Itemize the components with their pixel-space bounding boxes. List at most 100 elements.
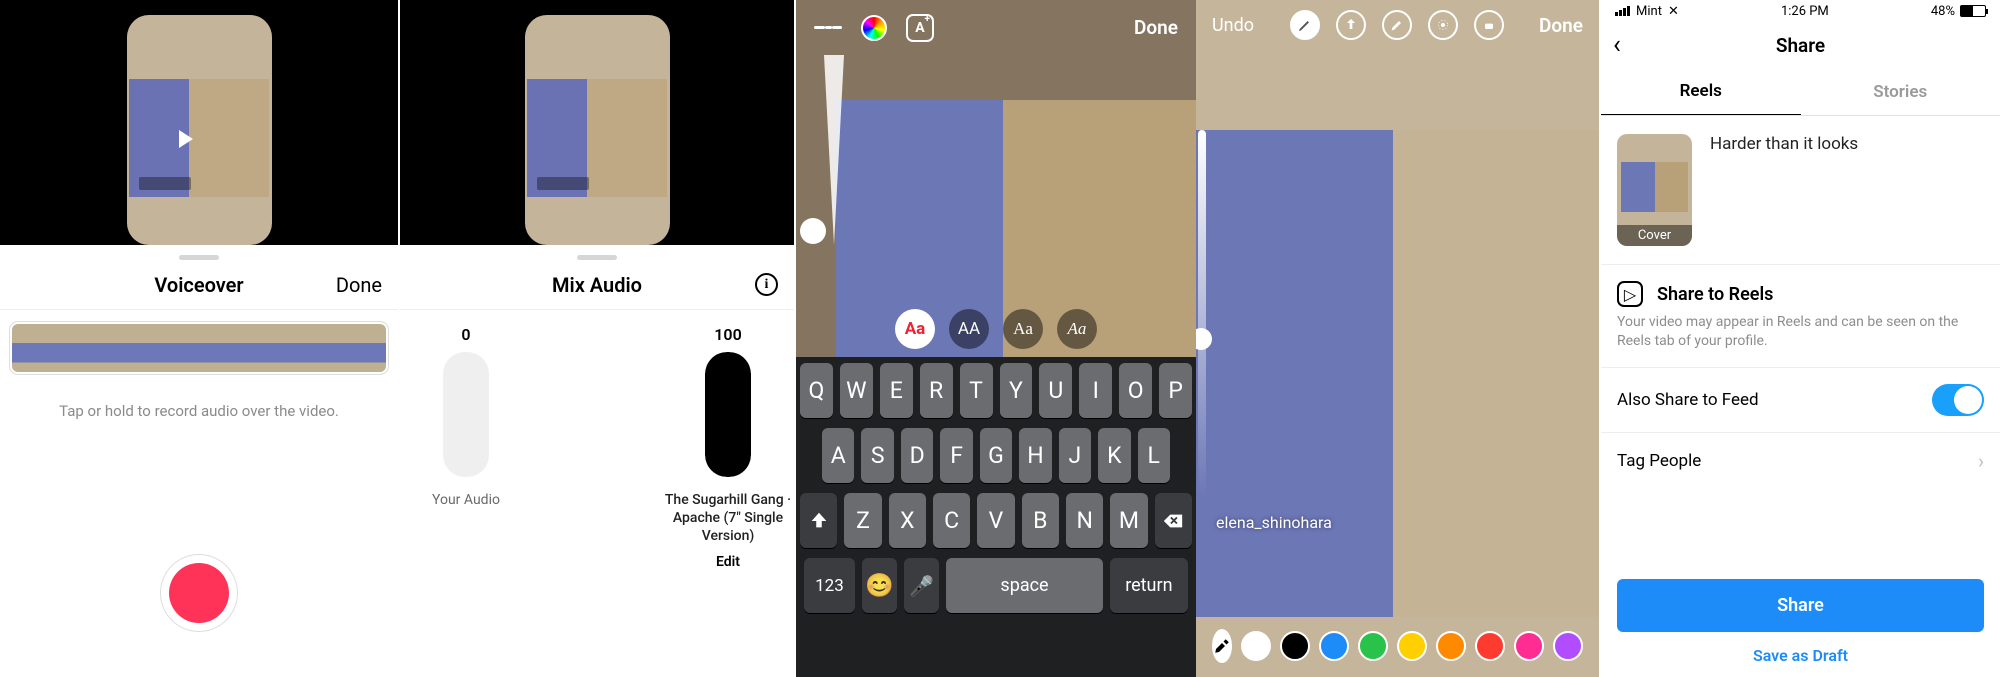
video-preview (0, 0, 398, 245)
font-option[interactable]: Aa (895, 309, 935, 349)
pen-tool-icon[interactable] (1290, 10, 1320, 40)
edit-music-button[interactable]: Edit (716, 554, 740, 570)
record-button[interactable] (160, 554, 238, 632)
key-x[interactable]: X (889, 493, 926, 548)
share-to-feed-row[interactable]: Also Share to Feed (1601, 367, 2000, 432)
tag-people-row[interactable]: Tag People › (1601, 432, 2000, 489)
marker-tool-icon[interactable] (1382, 10, 1412, 40)
share-to-feed-label: Also Share to Feed (1617, 390, 1759, 410)
sheet-title: Voiceover (154, 273, 243, 297)
color-swatch[interactable] (1514, 631, 1544, 661)
color-swatch[interactable] (1319, 631, 1349, 661)
font-picker: Aa AA Aa Aa (796, 309, 1196, 349)
sheet-title: Mix Audio (552, 273, 642, 297)
share-screen: Mint ✕ 1:26 PM 48% ‹ Share Reels Stories… (1599, 0, 2000, 677)
eyedropper-icon[interactable] (1212, 629, 1232, 663)
music-slider[interactable] (705, 352, 751, 477)
neon-tool-icon[interactable] (1428, 10, 1458, 40)
back-button[interactable]: ‹ (1613, 30, 1621, 60)
draw-toolbar: Undo Done (1196, 0, 1599, 50)
font-option[interactable]: Aa (1057, 309, 1097, 349)
tab-stories[interactable]: Stories (1801, 68, 2000, 115)
align-icon[interactable] (814, 14, 842, 42)
key-p[interactable]: P (1159, 363, 1192, 418)
text-size-knob[interactable] (800, 218, 826, 244)
key-k[interactable]: K (1098, 428, 1130, 483)
key-g[interactable]: G (980, 428, 1012, 483)
key-h[interactable]: H (1019, 428, 1051, 483)
return-key[interactable]: return (1110, 558, 1188, 613)
editor-canvas[interactable]: Aa AA Aa Aa (796, 55, 1196, 357)
music-value: 100 (714, 325, 741, 344)
color-swatch[interactable] (1436, 631, 1466, 661)
music-label: The Sugarhill Gang · Apache (7" Single V… (662, 491, 794, 546)
share-to-reels-sub: Your video may appear in Reels and can b… (1617, 313, 1984, 351)
key-l[interactable]: L (1138, 428, 1170, 483)
numbers-key[interactable]: 123 (804, 558, 855, 613)
key-y[interactable]: Y (1000, 363, 1033, 418)
key-n[interactable]: N (1066, 493, 1103, 548)
share-to-feed-toggle[interactable] (1932, 384, 1984, 416)
battery-label: 48% (1931, 4, 1955, 19)
key-c[interactable]: C (933, 493, 970, 548)
key-f[interactable]: F (940, 428, 972, 483)
color-swatch[interactable] (1475, 631, 1505, 661)
key-r[interactable]: R (920, 363, 953, 418)
play-icon[interactable] (179, 130, 193, 148)
cover-thumbnail[interactable]: Cover (1617, 134, 1692, 246)
dictation-key[interactable]: 🎤 (904, 558, 939, 613)
key-q[interactable]: Q (800, 363, 833, 418)
key-j[interactable]: J (1059, 428, 1091, 483)
backspace-key[interactable] (1155, 493, 1192, 548)
key-a[interactable]: A (822, 428, 854, 483)
key-d[interactable]: D (901, 428, 933, 483)
draw-canvas[interactable]: elena_shinohara (1196, 50, 1599, 617)
shift-key[interactable] (800, 493, 837, 548)
key-u[interactable]: U (1039, 363, 1072, 418)
key-t[interactable]: T (960, 363, 993, 418)
share-button[interactable]: Share (1617, 579, 1984, 632)
emoji-key[interactable]: 😊 (862, 558, 897, 613)
color-wheel-icon[interactable] (860, 14, 888, 42)
key-v[interactable]: V (977, 493, 1014, 548)
keyboard: QWERTYUIOP ASDFGHJKL ZXCVBNM 123 😊 🎤 spa… (796, 357, 1196, 677)
key-z[interactable]: Z (844, 493, 881, 548)
status-time: 1:26 PM (1781, 4, 1829, 19)
done-button[interactable]: Done (336, 273, 382, 297)
color-swatch[interactable] (1280, 631, 1310, 661)
done-button[interactable]: Done (1134, 16, 1178, 39)
undo-button[interactable]: Undo (1212, 15, 1254, 36)
key-s[interactable]: S (861, 428, 893, 483)
your-audio-slider[interactable] (443, 352, 489, 477)
color-swatch[interactable] (1241, 631, 1271, 661)
user-tag[interactable]: elena_shinohara (1216, 513, 1332, 532)
key-e[interactable]: E (880, 363, 913, 418)
mix-audio-screen: Mix Audio i 0 Your Audio 100 The Sugarhi… (400, 0, 796, 677)
done-button[interactable]: Done (1539, 14, 1583, 37)
battery-icon (1960, 5, 1986, 17)
text-effect-icon[interactable]: A (906, 14, 934, 42)
info-button[interactable]: i (755, 273, 778, 296)
caption-input[interactable]: Harder than it looks (1710, 134, 1858, 246)
color-picker-row (1196, 629, 1599, 663)
page-title: Share (1776, 34, 1825, 57)
brush-size-rail[interactable] (1198, 130, 1206, 497)
key-b[interactable]: B (1022, 493, 1059, 548)
key-w[interactable]: W (840, 363, 873, 418)
eraser-tool-icon[interactable] (1474, 10, 1504, 40)
space-key[interactable]: space (946, 558, 1102, 613)
key-o[interactable]: O (1119, 363, 1152, 418)
key-i[interactable]: I (1079, 363, 1112, 418)
arrow-tool-icon[interactable] (1336, 10, 1366, 40)
video-timeline[interactable] (12, 324, 386, 372)
color-swatch[interactable] (1553, 631, 1583, 661)
key-m[interactable]: M (1110, 493, 1147, 548)
music-mixer: 100 The Sugarhill Gang · Apache (7" Sing… (662, 325, 794, 570)
font-option[interactable]: Aa (1003, 309, 1043, 349)
font-option[interactable]: AA (949, 309, 989, 349)
save-draft-button[interactable]: Save as Draft (1617, 646, 1984, 665)
color-swatch[interactable] (1397, 631, 1427, 661)
color-swatch[interactable] (1358, 631, 1388, 661)
share-tabs: Reels Stories (1601, 68, 2000, 116)
tab-reels[interactable]: Reels (1601, 68, 1801, 115)
